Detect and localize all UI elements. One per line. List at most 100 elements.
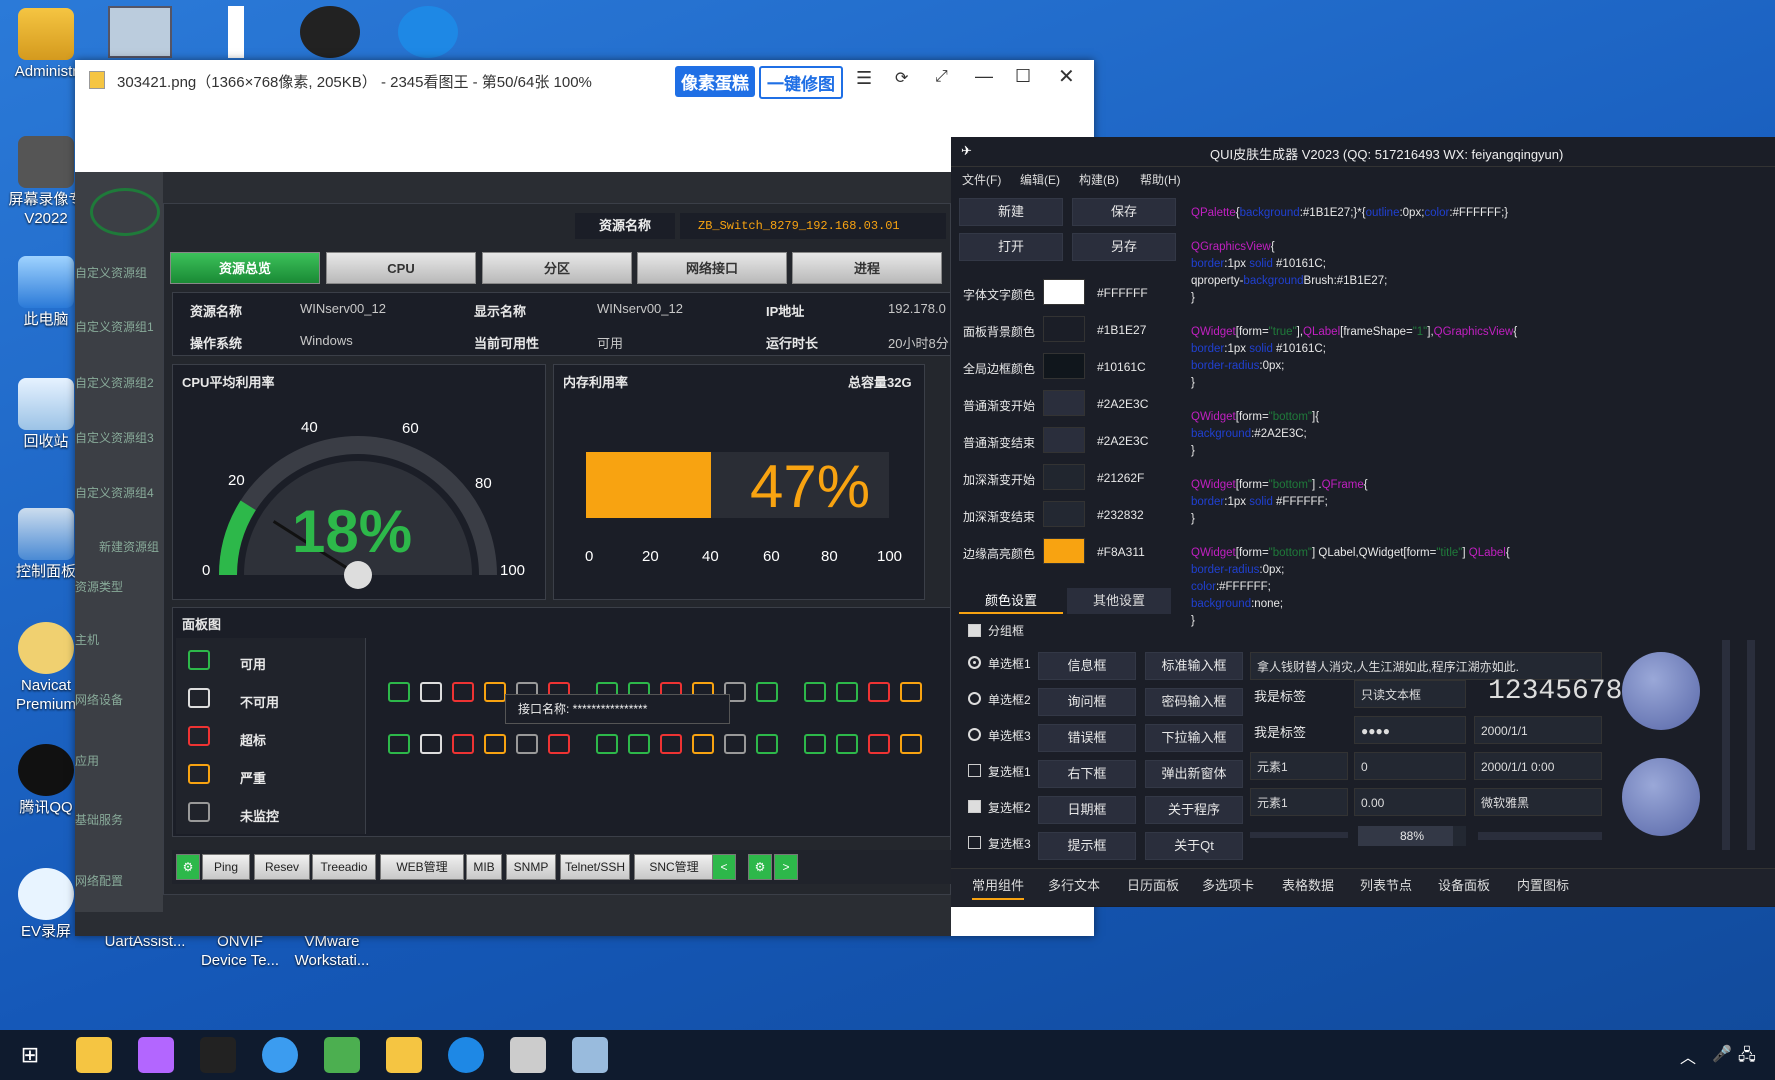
radio-button[interactable] [968,728,981,741]
paint-icon[interactable] [572,1037,608,1073]
tool-button[interactable]: SNMP [506,854,556,880]
nav-item[interactable]: 应用 [75,752,99,769]
port-icon[interactable] [836,734,858,754]
file-explorer-icon[interactable] [76,1037,112,1073]
nav-item[interactable]: 网络配置 [75,872,123,889]
input-button[interactable]: 关于Qt [1145,832,1243,860]
nav-item[interactable]: 网络设备 [75,691,123,708]
rotate-icon[interactable]: ⟳ [895,68,908,88]
nav-item[interactable]: 自定义资源组3 [75,429,154,446]
notepad-icon[interactable] [386,1037,422,1073]
group-checkbox[interactable] [968,624,981,637]
terminal-icon[interactable] [200,1037,236,1073]
close-icon[interactable]: ✕ [1058,64,1075,89]
port-icon[interactable] [516,734,538,754]
nav-item[interactable]: 新建资源组 [99,538,159,555]
tab-other-settings[interactable]: 其他设置 [1067,588,1171,614]
horizontal-scrollbar[interactable] [1478,832,1602,840]
input-button[interactable]: 标准输入框 [1145,652,1243,680]
port-icon[interactable] [804,682,826,702]
port-icon[interactable] [756,734,778,754]
port-icon[interactable] [452,734,474,754]
port-icon[interactable] [868,682,890,702]
tab-overview[interactable]: 资源总览 [170,252,320,284]
tool-button[interactable]: Ping [202,854,250,880]
port-icon[interactable] [548,734,570,754]
tab-network[interactable]: 网络接口 [637,252,787,284]
port-icon[interactable] [420,682,442,702]
computer-monitor-icon[interactable] [108,6,172,58]
bottom-tab[interactable]: 常用组件 [972,875,1025,900]
video-player-icon[interactable] [398,6,458,58]
minimize-icon[interactable]: — [975,66,993,87]
network-tool-icon[interactable] [300,6,360,58]
color-swatch[interactable] [1043,538,1085,564]
one-click-edit-button[interactable]: 一键修图 [759,66,843,99]
window-icon[interactable] [510,1037,546,1073]
font-combo-box[interactable]: 微软雅黑 [1474,788,1602,816]
prev-arrow-icon[interactable]: < [712,854,736,880]
nav-item[interactable]: 资源类型 [75,578,123,595]
color-swatch[interactable] [1043,316,1085,342]
input-button[interactable]: 关于程序 [1145,796,1243,824]
microphone-icon[interactable]: 🎤 [1712,1044,1732,1064]
port-icon[interactable] [836,682,858,702]
port-icon[interactable] [756,682,778,702]
port-icon[interactable] [692,734,714,754]
color-swatch[interactable] [1043,427,1085,453]
port-icon[interactable] [452,682,474,702]
port-icon[interactable] [420,734,442,754]
tab-partition[interactable]: 分区 [482,252,632,284]
maximize-icon[interactable]: ☐ [1015,66,1031,87]
radio-button[interactable] [968,692,981,705]
next-arrow-icon[interactable]: > [774,854,798,880]
tab-color-settings[interactable]: 颜色设置 [959,588,1063,614]
color-swatch[interactable] [1043,464,1085,490]
menu-file[interactable]: 文件(F) [962,171,1001,188]
desktop-icon-onvif[interactable]: ONVIF Device Te... [190,932,290,970]
nav-item[interactable]: 自定义资源组 [75,264,147,281]
tool-button[interactable]: SNC管理 [634,854,714,880]
port-icon[interactable] [628,734,650,754]
dialog-button[interactable]: 右下框 [1038,760,1136,788]
new-button[interactable]: 新建 [959,198,1063,226]
menu-edit[interactable]: 编辑(E) [1020,171,1060,188]
input-button[interactable]: 弹出新窗体 [1145,760,1243,788]
bottom-tab[interactable]: 多行文本 [1048,875,1100,894]
bottom-tab[interactable]: 内置图标 [1517,875,1569,894]
dial-2[interactable] [1622,758,1700,836]
menu-build[interactable]: 构建(B) [1079,171,1119,188]
fullscreen-icon[interactable]: ⤢ [935,68,948,86]
checkbox[interactable] [968,764,981,777]
image-viewer-taskbar-icon[interactable] [448,1037,484,1073]
color-swatch[interactable] [1043,501,1085,527]
qt-creator-icon[interactable] [324,1037,360,1073]
tool-button[interactable]: MIB [466,854,502,880]
password-field[interactable]: ●●●● [1354,716,1466,744]
bottom-tab[interactable]: 多选项卡 [1202,875,1254,894]
port-icon[interactable] [900,734,922,754]
file-icon[interactable] [228,6,244,58]
port-icon[interactable] [484,734,506,754]
gear-icon[interactable]: ⚙ [748,854,772,880]
bottom-tab[interactable]: 设备面板 [1438,875,1490,894]
nav-item[interactable]: 主机 [75,631,99,648]
checkbox[interactable] [968,836,981,849]
browser-icon[interactable] [262,1037,298,1073]
tool-button[interactable]: WEB管理 [380,854,464,880]
input-button[interactable]: 下拉输入框 [1145,724,1243,752]
dialog-button[interactable]: 提示框 [1038,832,1136,860]
radio-button[interactable] [968,656,981,669]
color-swatch[interactable] [1043,390,1085,416]
tool-button[interactable]: Telnet/SSH [560,854,630,880]
double-spin-box[interactable]: 0.00 [1354,788,1466,816]
save-button[interactable]: 保存 [1072,198,1176,226]
port-icon[interactable] [596,734,618,754]
tab-cpu[interactable]: CPU [326,252,476,284]
port-icon[interactable] [660,734,682,754]
network-icon[interactable]: 🖧 [1738,1044,1756,1071]
date-edit[interactable]: 2000/1/1 [1474,716,1602,744]
desktop-icon-vmware[interactable]: VMware Workstati... [282,932,382,970]
port-icon[interactable] [388,682,410,702]
port-icon[interactable] [868,734,890,754]
